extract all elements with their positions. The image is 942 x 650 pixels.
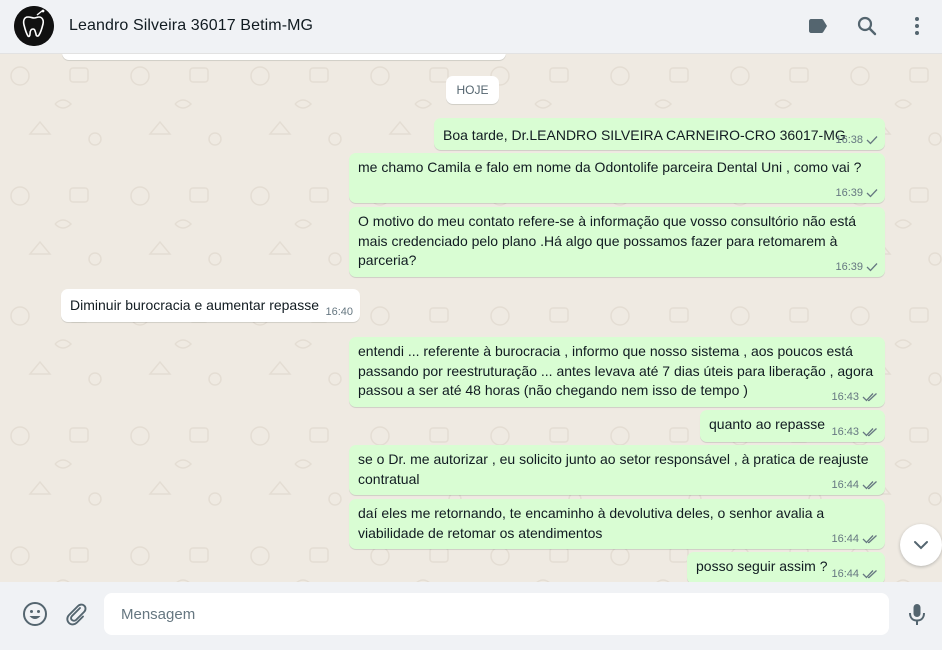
double-check-icon bbox=[862, 428, 877, 437]
message-text: entendi ... referente à burocracia , inf… bbox=[358, 343, 874, 398]
date-divider: HOJE bbox=[446, 76, 499, 104]
message-meta: 16:39 bbox=[835, 186, 878, 200]
search-icon[interactable] bbox=[855, 14, 879, 38]
compose-bar bbox=[0, 582, 942, 650]
message-time: 16:44 bbox=[831, 533, 859, 545]
message-meta: 16:44 bbox=[831, 567, 878, 581]
message-meta: 16:44 bbox=[831, 532, 878, 546]
single-check-icon bbox=[866, 189, 878, 198]
contact-avatar[interactable] bbox=[14, 6, 54, 46]
message-meta: 16:38 bbox=[835, 133, 878, 147]
double-check-icon bbox=[862, 570, 877, 579]
message-meta: 16:40 bbox=[325, 305, 353, 319]
menu-icon[interactable] bbox=[905, 14, 929, 38]
message-text: Boa tarde, Dr.LEANDRO SILVEIRA CARNEIRO-… bbox=[443, 127, 846, 143]
message-bubble-outgoing[interactable]: posso seguir assim ? 16:44 bbox=[687, 552, 885, 582]
message-bubble-outgoing[interactable]: se o Dr. me autorizar , eu solicito junt… bbox=[349, 445, 885, 495]
message-text: se o Dr. me autorizar , eu solicito junt… bbox=[358, 451, 869, 487]
double-check-icon bbox=[862, 481, 877, 490]
message-input[interactable] bbox=[104, 593, 889, 635]
emoji-icon[interactable] bbox=[22, 601, 48, 627]
message-meta: 16:43 bbox=[831, 390, 878, 404]
scroll-down-button[interactable] bbox=[900, 524, 942, 566]
single-check-icon bbox=[866, 136, 878, 145]
message-text: daí eles me retornando, te encaminho à d… bbox=[358, 505, 825, 541]
message-bubble-outgoing[interactable]: daí eles me retornando, te encaminho à d… bbox=[349, 499, 885, 549]
message-time: 16:38 bbox=[835, 134, 863, 146]
message-time: 16:39 bbox=[835, 261, 863, 273]
message-bubble-outgoing[interactable]: Boa tarde, Dr.LEANDRO SILVEIRA CARNEIRO-… bbox=[434, 118, 885, 150]
double-check-icon bbox=[862, 393, 877, 402]
message-bubble-outgoing[interactable]: O motivo do meu contato refere-se à info… bbox=[349, 207, 885, 277]
message-list[interactable]: HOJE Boa tarde, Dr.LEANDRO SILVEIRA CARN… bbox=[0, 54, 942, 582]
message-bubble-incoming[interactable]: Diminuir burocracia e aumentar repasse 1… bbox=[61, 289, 360, 322]
microphone-icon[interactable] bbox=[904, 601, 930, 627]
message-meta: 16:44 bbox=[831, 478, 878, 492]
attach-icon[interactable] bbox=[63, 601, 89, 627]
single-check-icon bbox=[866, 263, 878, 272]
message-bubble-outgoing[interactable]: entendi ... referente à burocracia , inf… bbox=[349, 337, 885, 407]
message-time: 16:44 bbox=[831, 568, 859, 580]
tooth-logo-icon bbox=[14, 6, 54, 46]
message-time: 16:43 bbox=[831, 391, 859, 403]
chat-header: Leandro Silveira 36017 Betim-MG bbox=[0, 0, 942, 54]
message-bubble-outgoing[interactable]: me chamo Camila e falo em nome da Odonto… bbox=[349, 153, 885, 203]
message-time: 16:39 bbox=[835, 187, 863, 199]
message-time: 16:44 bbox=[831, 479, 859, 491]
chevron-down-icon bbox=[914, 541, 928, 550]
message-bubble-outgoing[interactable]: quanto ao repasse 16:43 bbox=[700, 410, 885, 442]
label-icon[interactable] bbox=[806, 14, 830, 38]
contact-name[interactable]: Leandro Silveira 36017 Betim-MG bbox=[69, 17, 313, 35]
previous-message-bubble bbox=[62, 54, 506, 60]
message-time: 16:40 bbox=[325, 306, 353, 318]
message-text: O motivo do meu contato refere-se à info… bbox=[358, 213, 857, 268]
message-text: Diminuir burocracia e aumentar repasse bbox=[70, 297, 319, 313]
message-time: 16:43 bbox=[831, 426, 859, 438]
message-text: me chamo Camila e falo em nome da Odonto… bbox=[358, 159, 862, 175]
double-check-icon bbox=[862, 535, 877, 544]
message-meta: 16:43 bbox=[831, 425, 878, 439]
message-meta: 16:39 bbox=[835, 260, 878, 274]
